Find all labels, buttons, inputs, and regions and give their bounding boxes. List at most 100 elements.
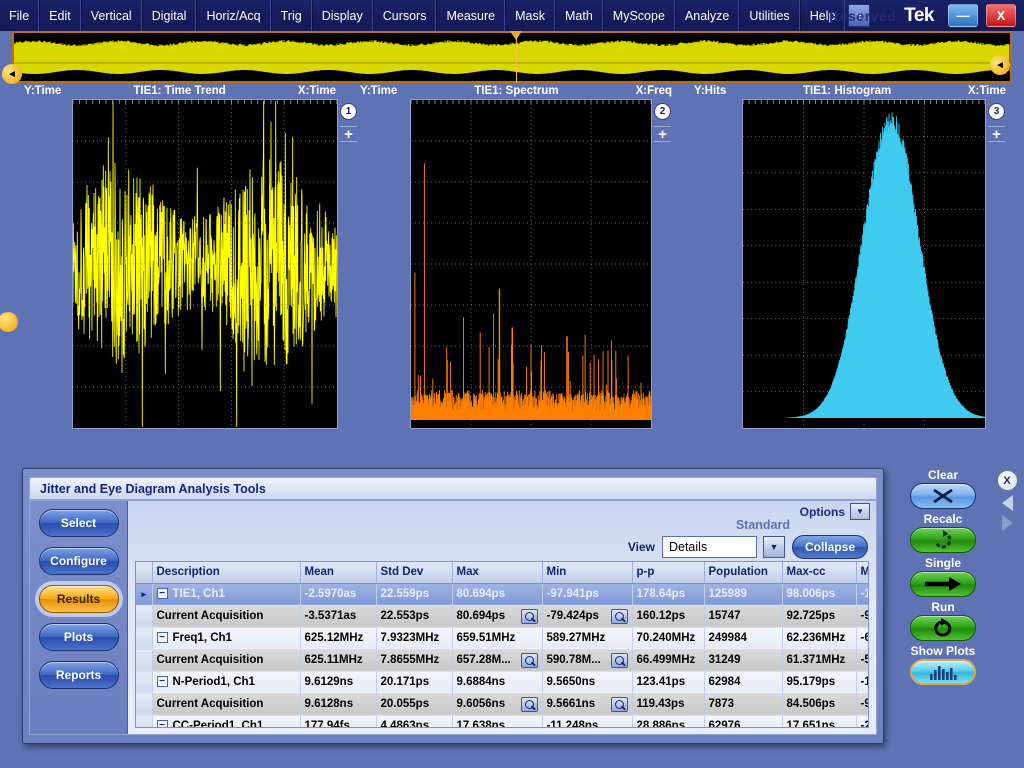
cell-value: 17.638ns: [452, 715, 542, 728]
show-plots-button[interactable]: [910, 659, 976, 685]
left-zoom-handle[interactable]: ◄: [2, 64, 22, 84]
sidebar-item-results[interactable]: Results: [39, 585, 119, 613]
menu-item-display[interactable]: Display: [312, 0, 373, 31]
nav-previous-icon[interactable]: [1002, 495, 1013, 511]
dialog-close-button[interactable]: X: [997, 470, 1018, 491]
expand-collapse-icon[interactable]: −: [157, 676, 168, 687]
right-zoom-handle[interactable]: ◄: [990, 55, 1010, 75]
nav-next-icon[interactable]: [1002, 515, 1013, 531]
table-row[interactable]: −Freq1, Ch1625.12MHz7.9323MHz659.51MHz58…: [136, 627, 869, 649]
recalc-button[interactable]: [910, 527, 976, 553]
y-axis-tick-mark: [742, 211, 743, 212]
row-selector-gutter[interactable]: [136, 671, 152, 693]
results-table-wrapper[interactable]: Description Mean Std Dev Max Min p-p Pop…: [135, 561, 869, 728]
value-text: 590.78M...: [547, 654, 601, 666]
menu-item-file[interactable]: File: [0, 0, 39, 31]
plot-1-canvas[interactable]: 80ps60ps40ps20ps0s-20ps-40ps-60ps-80ps-2…: [72, 99, 338, 429]
menu-item-math[interactable]: Math: [555, 0, 603, 31]
plot-2-badge[interactable]: 2: [654, 103, 671, 120]
column-header-max-cc[interactable]: Max-cc: [782, 562, 856, 583]
menu-item-trig[interactable]: Trig: [271, 0, 312, 31]
cell-value: 92.725ps: [782, 605, 856, 627]
minimize-button[interactable]: —: [948, 4, 978, 27]
table-row[interactable]: Current Acquisition9.6128ns20.055ps9.605…: [136, 693, 869, 715]
table-row[interactable]: Current Acquisition-3.5371as22.553ps80.6…: [136, 605, 869, 627]
plot-3-x-label: X:Time: [968, 85, 1006, 97]
cell-value: 625.11MHz: [300, 649, 376, 671]
plot-3-zoom-in-button[interactable]: +: [988, 126, 1005, 142]
table-row[interactable]: −N-Period1, Ch19.6129ns20.171ps9.6884ns9…: [136, 671, 869, 693]
row-selector-gutter[interactable]: [136, 649, 152, 671]
plot-2-title: TIE1: Spectrum: [474, 85, 558, 97]
magnifier-icon[interactable]: [521, 697, 538, 712]
single-button[interactable]: [910, 571, 976, 597]
cell-value: -28.881ns: [856, 715, 869, 728]
menu-item-edit[interactable]: Edit: [39, 0, 81, 31]
plot-1-zoom-in-button[interactable]: +: [340, 126, 357, 142]
magnifier-icon[interactable]: [611, 653, 628, 668]
column-header-min[interactable]: Min: [542, 562, 632, 583]
view-label: View: [628, 540, 655, 554]
table-row[interactable]: ▸−TIE1, Ch1-2.5970as22.559ps80.694ps-97.…: [136, 583, 869, 605]
menu-item-digital[interactable]: Digital: [142, 0, 197, 31]
column-header-min-cc[interactable]: Min-cc: [856, 562, 869, 583]
table-row[interactable]: −CC-Period1, Ch1177.94fs4.4863ns17.638ns…: [136, 715, 869, 728]
column-header-population[interactable]: Population: [704, 562, 782, 583]
options-label[interactable]: Options: [800, 505, 845, 519]
recalc-circular-icon: [932, 530, 954, 550]
menu-item-horiz-acq[interactable]: Horiz/Acq: [196, 0, 270, 31]
cell-value: 62984: [704, 671, 782, 693]
menu-item-mask[interactable]: Mask: [505, 0, 555, 31]
expand-collapse-icon[interactable]: −: [157, 588, 168, 599]
menu-item-cursors[interactable]: Cursors: [373, 0, 437, 31]
column-header-max[interactable]: Max: [452, 562, 542, 583]
plot-2-zoom-in-button[interactable]: +: [654, 126, 671, 142]
cell-value: -97.941ps: [542, 583, 632, 605]
cell-value: -11.248ns: [542, 715, 632, 728]
magnifier-icon[interactable]: [521, 609, 538, 624]
collapse-button[interactable]: Collapse: [792, 535, 868, 559]
expand-collapse-icon[interactable]: −: [157, 632, 168, 643]
row-selector-gutter[interactable]: [136, 605, 152, 627]
row-selector-gutter[interactable]: [136, 693, 152, 715]
close-button[interactable]: X: [986, 4, 1016, 27]
acquisition-control-panel: Clear Recalc Single Run: [893, 468, 993, 718]
menu-item-myscope[interactable]: MyScope: [603, 0, 675, 31]
table-row[interactable]: Current Acquisition625.11MHz7.8655MHz657…: [136, 649, 869, 671]
column-header-std-dev[interactable]: Std Dev: [376, 562, 452, 583]
y-axis-tick-mark: [72, 227, 73, 228]
plot-1-badge[interactable]: 1: [340, 103, 357, 120]
column-header-mean[interactable]: Mean: [300, 562, 376, 583]
sidebar-item-reports[interactable]: Reports: [39, 661, 119, 689]
clear-button[interactable]: [910, 483, 976, 509]
sidebar-item-configure[interactable]: Configure: [39, 547, 119, 575]
cell-value: -79.424ps: [542, 605, 632, 627]
run-button[interactable]: [910, 615, 976, 641]
row-selector-gutter[interactable]: [136, 715, 152, 728]
column-header-pp[interactable]: p-p: [632, 562, 704, 583]
y-axis-tick-mark: [742, 246, 743, 247]
view-select[interactable]: Details: [662, 536, 757, 558]
column-header-description[interactable]: Description: [152, 562, 300, 583]
sidebar-item-plots[interactable]: Plots: [39, 623, 119, 651]
y-axis-tick-mark: [410, 122, 411, 123]
view-chevron-down-icon[interactable]: ▼: [763, 536, 785, 558]
plot-3-canvas[interactable]: 1.8k1.6k1.4k1.2k1k0.8k0.6k0.4k0.2k0-100p…: [742, 99, 986, 429]
row-selector-gutter[interactable]: ▸: [136, 583, 152, 605]
magnifier-icon[interactable]: [611, 609, 628, 624]
menu-item-utilities[interactable]: Utilities: [739, 0, 799, 31]
menu-item-analyze[interactable]: Analyze: [675, 0, 739, 31]
row-selector-gutter[interactable]: [136, 627, 152, 649]
menu-item-measure[interactable]: Measure: [436, 0, 505, 31]
menu-item-vertical[interactable]: Vertical: [81, 0, 142, 31]
expand-collapse-icon[interactable]: −: [157, 720, 168, 728]
plot-3-badge[interactable]: 3: [988, 103, 1005, 120]
plot-3-y-label: Y:Hits: [694, 85, 726, 97]
magnifier-icon[interactable]: [521, 653, 538, 668]
cell-value: 7873: [704, 693, 782, 715]
plot-2-canvas[interactable]: 4ps3.5ps3ps2.5ps2ps1.5ps1ps0.5ps0s0Hz100…: [410, 99, 652, 429]
sidebar-item-select[interactable]: Select: [39, 509, 119, 537]
magnifier-icon[interactable]: [611, 697, 628, 712]
options-chevron-down-icon[interactable]: ▼: [850, 503, 870, 520]
cell-value: -101.69ps: [856, 671, 869, 693]
